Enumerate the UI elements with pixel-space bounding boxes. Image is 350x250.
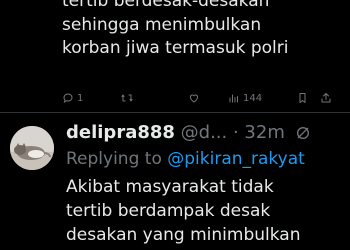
previous-tweet-actions: 1 144 xyxy=(62,92,342,110)
bookmark-icon xyxy=(299,93,306,103)
share-icon xyxy=(321,93,331,103)
cat-avatar-image xyxy=(10,126,54,170)
like-icon xyxy=(189,94,199,103)
replying-prefix: Replying to xyxy=(66,149,168,169)
timeline: tertib berdesak-desakan sehingga menimbu… xyxy=(0,0,350,250)
bookmark-button[interactable] xyxy=(297,92,308,104)
previous-tweet-text: tertib berdesak-desakan sehingga menimbu… xyxy=(62,0,289,58)
tweet-header: delipra888 @d... · 32m xyxy=(66,122,350,146)
replying-to-line: Replying to @pikiran_rakyat xyxy=(66,149,305,169)
avatar[interactable] xyxy=(10,126,54,170)
views-button[interactable]: 144 xyxy=(228,92,262,104)
reply-button[interactable]: 1 xyxy=(62,92,83,104)
views-icon xyxy=(229,94,238,103)
grok-icon[interactable] xyxy=(295,125,311,141)
handle-and-time[interactable]: @d... · 32m xyxy=(181,122,285,143)
reply-icon xyxy=(63,93,73,104)
retweet-button[interactable] xyxy=(120,92,134,104)
replying-to-mention[interactable]: @pikiran_rakyat xyxy=(167,149,305,169)
tweet-divider xyxy=(0,112,350,113)
display-name[interactable]: delipra888 xyxy=(66,122,175,143)
like-button[interactable] xyxy=(188,92,200,104)
retweet-icon xyxy=(121,94,133,102)
tweet-text: Akibat masyarakat tidak tertib berdampak… xyxy=(66,177,301,245)
views-count: 144 xyxy=(243,92,263,104)
share-button[interactable] xyxy=(320,92,332,104)
reply-count: 1 xyxy=(77,92,84,104)
